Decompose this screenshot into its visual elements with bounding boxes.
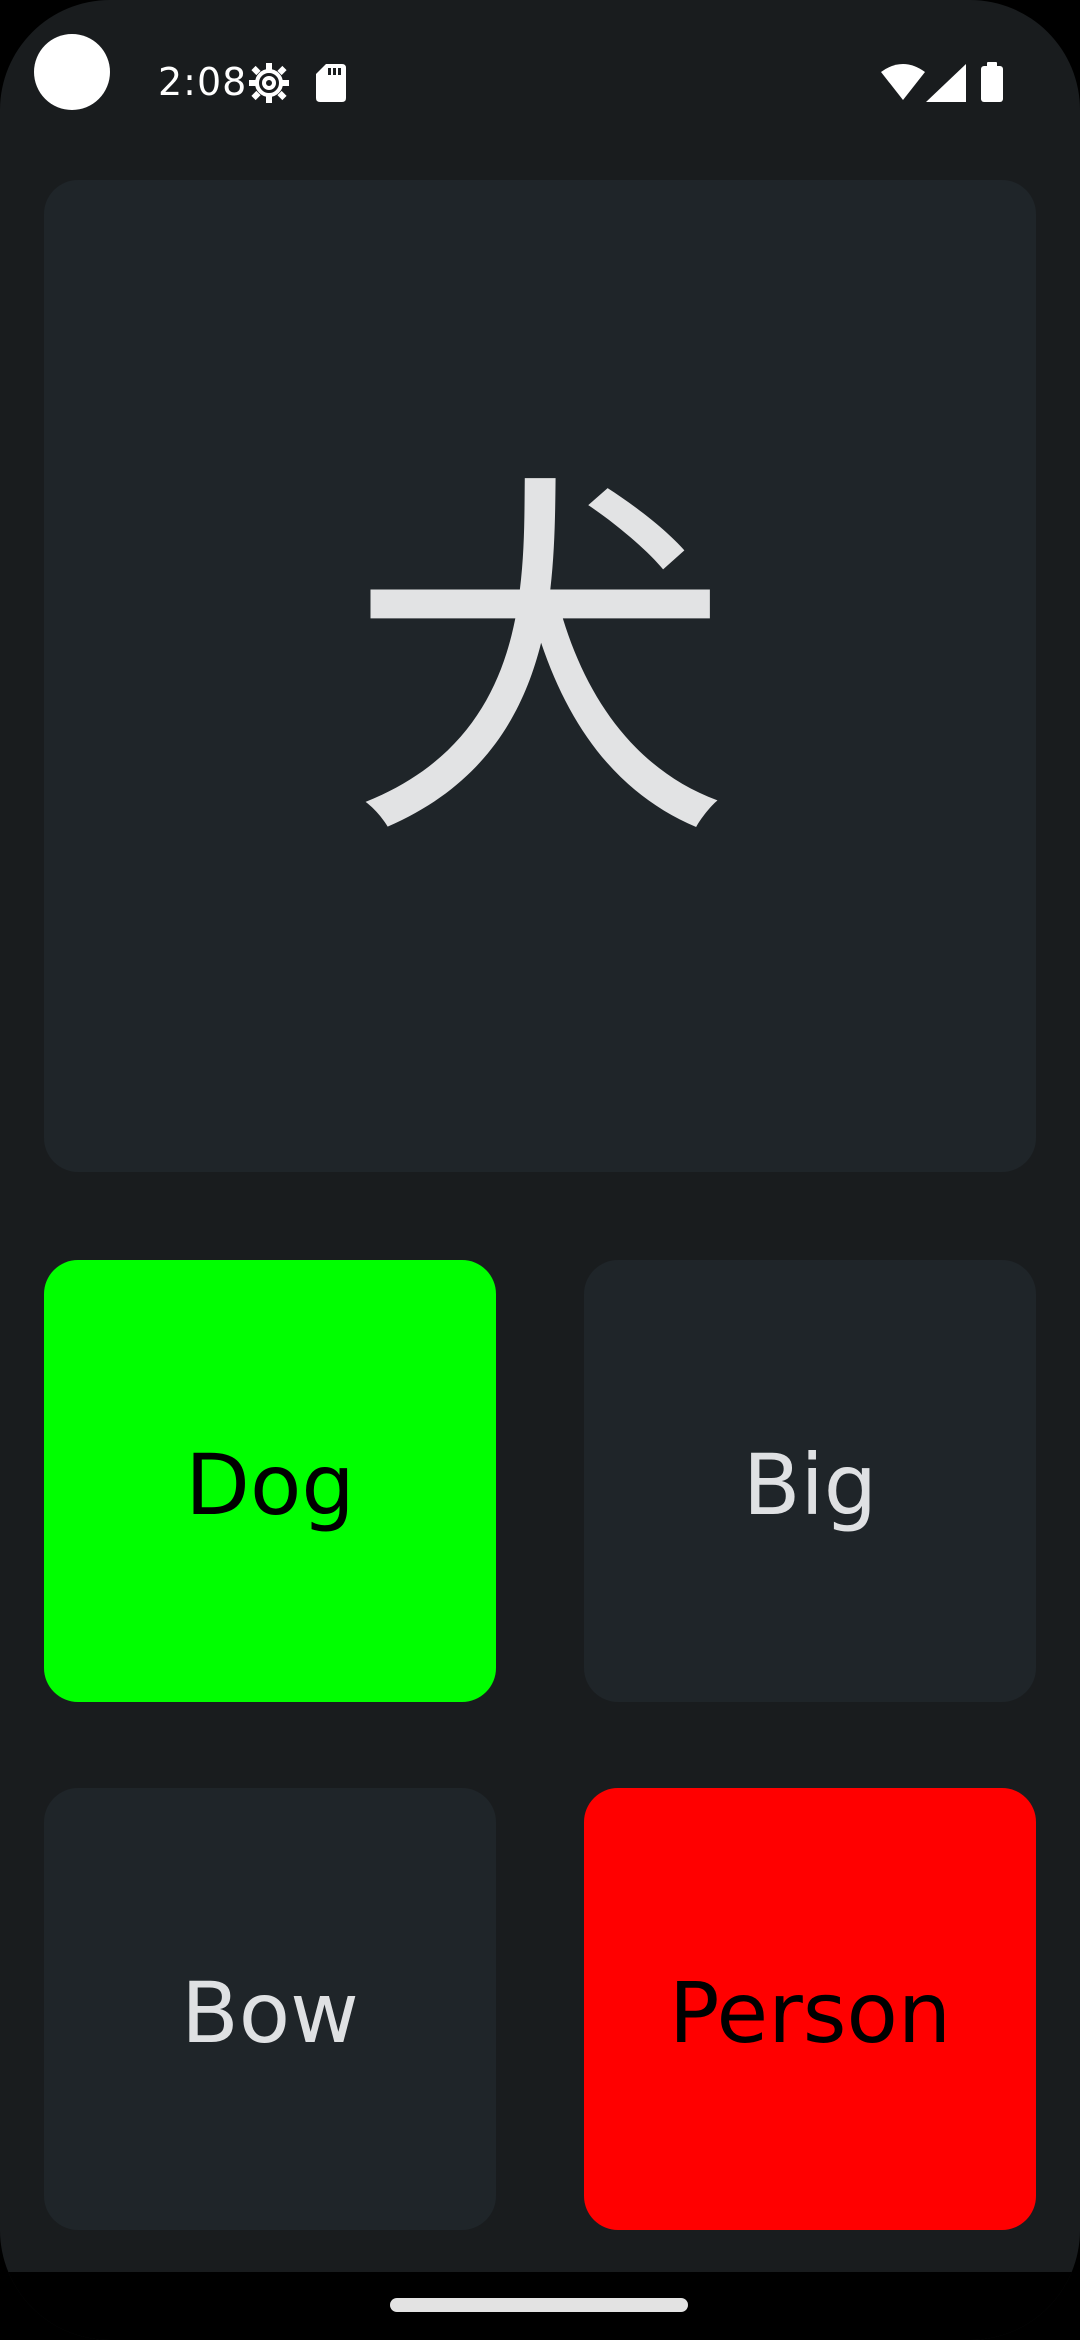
app-screen: 2:08 犬 Dog Big Bow Person: [0, 0, 1080, 2340]
settings-gear-icon: [249, 63, 289, 103]
answer-button-person[interactable]: Person: [584, 1788, 1036, 2230]
answer-button-bow[interactable]: Bow: [44, 1788, 496, 2230]
answer-button-dog[interactable]: Dog: [44, 1260, 496, 1702]
home-gesture-handle[interactable]: [390, 2298, 688, 2312]
wifi-icon: [881, 64, 925, 100]
battery-icon: [981, 62, 1003, 102]
answer-button-big[interactable]: Big: [584, 1260, 1036, 1702]
answer-label: Bow: [181, 1964, 359, 2062]
answer-label: Dog: [185, 1436, 355, 1534]
status-time: 2:08: [158, 60, 248, 104]
answer-label: Big: [742, 1436, 878, 1534]
kanji-character: 犬: [350, 444, 730, 887]
kanji-prompt-card: 犬: [44, 180, 1036, 1172]
status-bar: 2:08: [0, 0, 1080, 160]
answer-label: Person: [668, 1964, 952, 2062]
cell-signal-icon: [926, 64, 966, 102]
sd-card-icon: [316, 64, 346, 102]
camera-cutout: [34, 34, 110, 110]
